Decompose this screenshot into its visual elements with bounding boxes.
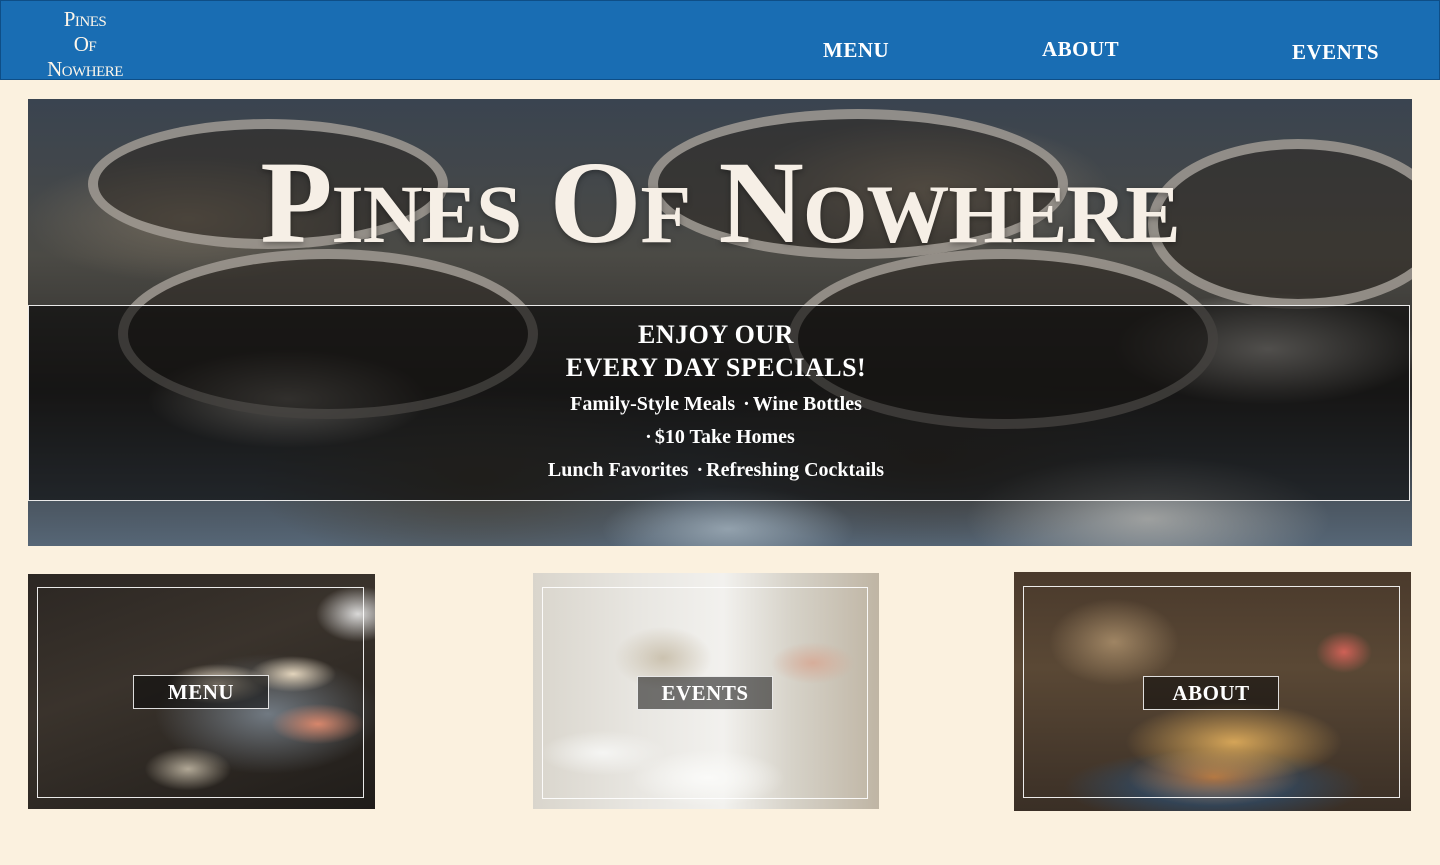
separator-dot: · xyxy=(696,459,704,481)
logo-line-of: Of xyxy=(73,32,97,56)
separator-dot: · xyxy=(645,426,652,448)
special-item: $10 Take Homes xyxy=(654,426,795,448)
specials-row: · $10 Take Homes xyxy=(28,426,1407,449)
special-item: Wine Bottles xyxy=(752,393,862,415)
separator-dot: · xyxy=(743,393,750,415)
special-item: Refreshing Cocktails xyxy=(706,459,885,481)
menu-card[interactable]: MENU xyxy=(28,574,375,809)
nav-link-about[interactable]: ABOUT xyxy=(1042,37,1119,62)
logo-line-pines: Pines xyxy=(63,7,107,31)
site-logo[interactable]: Pines Of Nowhere xyxy=(39,7,131,82)
specials-heading-line1: ENJOY OUR xyxy=(638,320,794,349)
specials-panel: ENJOY OUR EVERY DAY SPECIALS! Family-Sty… xyxy=(28,305,1410,501)
special-item: Family-Style Meals xyxy=(570,393,736,415)
special-item: Lunch Favorites xyxy=(547,459,689,481)
about-card-label[interactable]: ABOUT xyxy=(1143,676,1279,710)
specials-row: Family-Style Meals · Wine Bottles xyxy=(28,393,1407,416)
events-card-label[interactable]: EVENTS xyxy=(637,676,773,710)
specials-heading-line2: EVERY DAY SPECIALS! xyxy=(565,353,867,382)
about-card[interactable]: ABOUT xyxy=(1014,572,1411,811)
specials-row: Lunch Favorites · Refreshing Cocktails xyxy=(28,459,1407,482)
menu-card-label[interactable]: MENU xyxy=(133,675,269,709)
hero-title: Pines Of Nowhere xyxy=(260,137,1180,268)
hero-banner: Pines Of Nowhere ENJOY OUR EVERY DAY SPE… xyxy=(28,99,1412,546)
nav-link-menu[interactable]: MENU xyxy=(823,38,889,63)
top-navbar: Pines Of Nowhere MENU ABOUT EVENTS xyxy=(0,0,1440,82)
nav-link-events[interactable]: EVENTS xyxy=(1292,40,1379,65)
logo-line-nowhere: Nowhere xyxy=(47,57,123,81)
events-card[interactable]: EVENTS xyxy=(533,573,879,809)
